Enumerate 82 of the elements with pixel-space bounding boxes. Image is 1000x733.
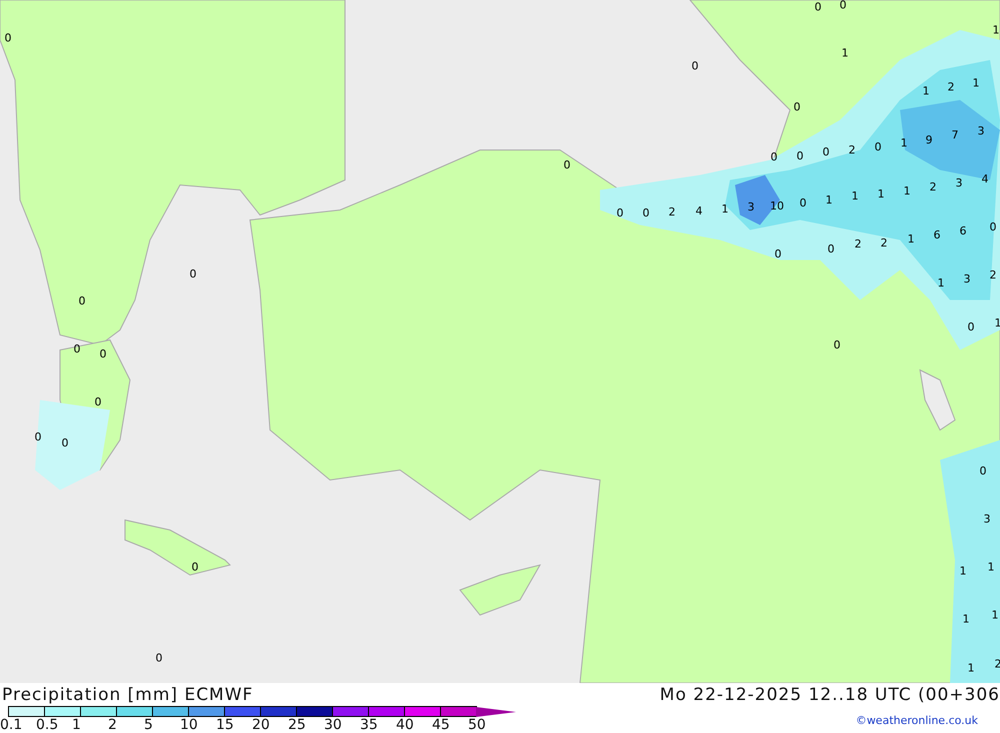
precipitation-value: 9 [926,134,932,146]
map-title: Precipitation [mm] ECMWF [2,685,254,706]
legend-tick-label: 15 [216,717,235,733]
precipitation-value: 0 [34,432,42,442]
precipitation-value: 0 [828,244,834,254]
legend-tick-label: 10 [180,717,199,733]
precipitation-value: 1 [962,614,970,624]
precipitation-value: 0 [692,60,698,72]
precipitation-value: 2 [848,144,856,156]
precipitation-value: 3 [748,202,754,212]
precipitation-value: 0 [796,150,804,162]
legend-tick-label: 0.5 [36,717,60,733]
precipitation-value: 1 [908,234,914,244]
precipitation-value: 0 [616,208,624,218]
precipitation-value: 1 [968,662,974,674]
precipitation-value: 1 [852,190,858,202]
precipitation-value: 2 [990,270,996,280]
precipitation-value: 2 [880,238,888,248]
legend-tick-label: 2 [108,717,118,733]
precipitation-value: 2 [930,182,936,192]
precipitation-value: 0 [990,222,996,232]
precipitation-value: 0 [100,348,106,360]
precipitation-value: 0 [192,562,198,572]
precipitation-value: 0 [190,268,196,280]
precipitation-value: 7 [952,130,958,140]
precipitation-value: 0 [78,296,86,306]
precipitation-value: 1 [938,278,944,288]
precipitation-value: 1 [842,48,848,58]
legend-arrow-icon [476,706,516,716]
forecast-datetime: Mo 22-12-2025 12..18 UTC (00+306 [660,685,1000,706]
precipitation-value: 1 [722,204,728,214]
precipitation-value: 0 [770,152,778,162]
legend-tick-label: 0.1 [0,717,24,733]
precipitation-value: 2 [854,238,862,250]
precipitation-value: 3 [964,274,970,284]
precipitation-value: 1 [992,610,998,620]
precipitation-value: 0 [980,466,986,476]
precipitation-value: 1 [922,86,930,96]
precipitation-value: 1 [960,566,966,576]
credit-link[interactable]: ©weatheronline.co.uk [856,714,978,727]
precipitation-value: 0 [74,344,80,354]
precipitation-value: 1 [826,194,832,206]
precipitation-value: 3 [984,514,990,524]
precipitation-value: 0 [94,396,102,408]
legend-tick-label: 20 [252,717,271,733]
precipitation-value: 0 [822,146,830,158]
precipitation-value: 0 [62,438,68,448]
precipitation-value: 0 [642,208,650,218]
precipitation-value: 0 [814,2,822,12]
legend-tick-label: 30 [324,717,343,733]
precipitation-value: 2 [668,206,676,218]
precipitation-value: 3 [956,178,962,188]
precipitation-value: 0 [834,340,840,350]
legend-tick-label: 35 [360,717,379,733]
precipitation-value: 1 [972,78,980,88]
precipitation-value: 0 [968,322,974,332]
legend-tick-label: 50 [468,717,487,733]
precipitation-value: 4 [982,174,988,184]
precipitation-value: 2 [948,82,954,92]
precipitation-value: 4 [696,206,702,216]
legend-tick-label: 40 [396,717,415,733]
legend-tick-label: 5 [144,717,154,733]
precipitation-value: 0 [800,198,806,208]
precipitation-value: 6 [960,226,966,236]
legend-tick-label: 25 [288,717,307,733]
precipitation-value: 1 [992,24,1000,36]
legend-tick-label: 45 [432,717,451,733]
precipitation-value: 10 [770,200,784,212]
precipitation-value: 6 [934,230,940,240]
precipitation-value: 1 [878,188,884,200]
precipitation-value: 0 [874,142,882,152]
precipitation-value: 1 [900,138,908,148]
precipitation-value: 0 [156,652,162,664]
precipitation-value: 1 [988,562,994,572]
legend-tick-label: 1 [72,717,82,733]
precipitation-value: 1 [904,186,910,196]
precipitation-value: 0 [794,102,800,112]
precipitation-value: 0 [774,248,782,260]
precipitation-value: 0 [4,32,12,44]
precipitation-value: 0 [564,160,570,170]
precipitation-value: 3 [978,126,984,136]
precipitation-value: 0 [840,0,846,10]
